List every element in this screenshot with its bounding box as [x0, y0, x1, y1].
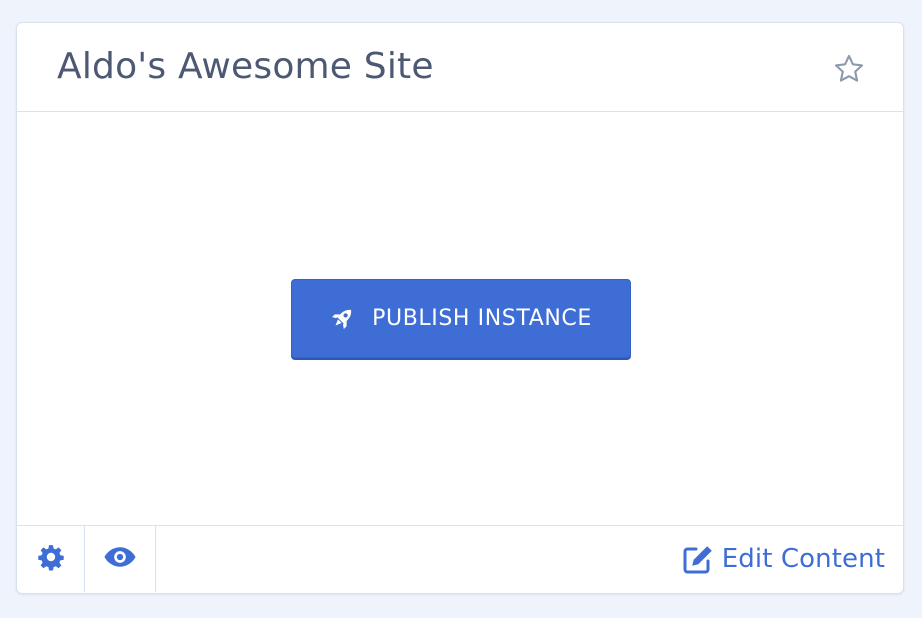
preview-button[interactable] — [85, 526, 156, 592]
edit-icon — [682, 544, 714, 574]
star-icon[interactable] — [832, 52, 866, 86]
edit-content-label: Edit Content — [721, 544, 885, 574]
card-title: Aldo's Awesome Site — [57, 46, 434, 87]
rocket-icon — [330, 305, 356, 331]
card-header: Aldo's Awesome Site — [17, 23, 903, 112]
card-body: PUBLISH INSTANCE — [17, 112, 903, 525]
instance-card: Aldo's Awesome Site PUBLISH INSTANCE Edi… — [16, 22, 904, 594]
edit-content-link[interactable]: Edit Content — [682, 526, 885, 592]
publish-button-label: PUBLISH INSTANCE — [372, 306, 592, 331]
settings-button[interactable] — [17, 526, 85, 592]
publish-instance-button[interactable]: PUBLISH INSTANCE — [291, 279, 631, 358]
eye-icon — [103, 544, 137, 574]
gear-icon — [37, 543, 65, 575]
card-footer: Edit Content — [17, 525, 903, 593]
